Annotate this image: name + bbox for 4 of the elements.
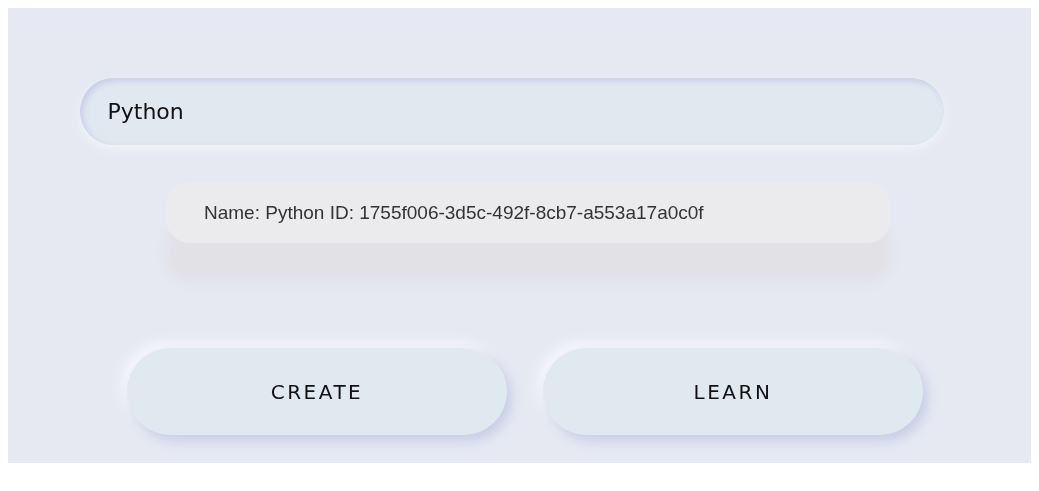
result-card: Name: Python ID: 1755f006-3d5c-492f-8cb7-a553a17a0c0f <box>166 182 891 243</box>
create-button[interactable]: CREATE <box>127 348 507 435</box>
learn-button[interactable]: LEARN <box>543 348 923 435</box>
input-field[interactable]: Python <box>79 78 944 145</box>
